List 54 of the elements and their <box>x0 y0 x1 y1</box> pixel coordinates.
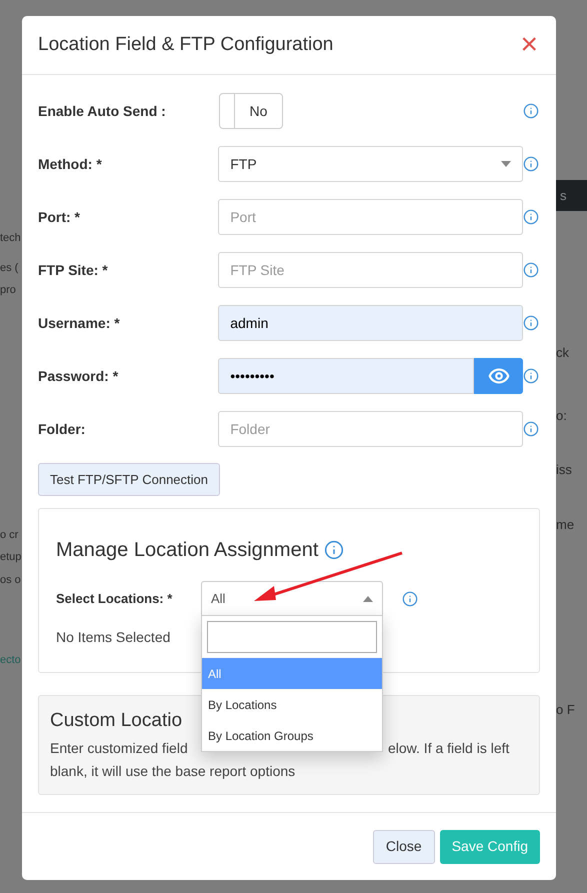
close-button[interactable]: × <box>520 30 538 60</box>
info-icon[interactable] <box>402 590 418 606</box>
background-text: o F <box>556 701 576 719</box>
background-text: o cr <box>0 528 20 543</box>
background-text: es ( <box>0 261 20 276</box>
description-text: blank, it will use the base report options <box>50 762 296 781</box>
modal-title: Location Field & FTP Configuration <box>38 32 334 57</box>
search-field[interactable] <box>207 621 377 653</box>
field-label: Folder: <box>38 420 86 438</box>
background-text: tech <box>0 231 22 246</box>
background-text: ck <box>556 344 570 362</box>
background-text: s <box>560 186 566 205</box>
input-field[interactable]: FTP Site <box>218 252 523 288</box>
info-icon[interactable] <box>523 421 539 437</box>
method-select[interactable]: FTP <box>218 146 523 182</box>
close-button[interactable]: Close <box>372 830 435 864</box>
description-text: elow. If a field is left <box>388 738 510 758</box>
info-icon[interactable] <box>523 368 539 384</box>
info-icon[interactable] <box>523 315 539 331</box>
section-heading: Manage Location Assignment <box>56 538 318 563</box>
info-icon[interactable] <box>523 156 539 172</box>
input-field[interactable]: Port <box>218 199 523 235</box>
field-label: Password: * <box>38 366 120 386</box>
info-icon[interactable] <box>324 540 344 560</box>
field-label: Enable Auto Send : <box>38 102 167 120</box>
background-text: iss <box>556 461 573 479</box>
field-label: FTP Site: * <box>38 260 109 280</box>
info-icon[interactable] <box>523 262 539 278</box>
empty-selection-text: No Items Selected <box>56 628 172 647</box>
field-label: Select Locations: * <box>56 590 174 608</box>
toggle-switch[interactable]: No <box>219 93 283 129</box>
input-field[interactable]: admin <box>218 305 523 341</box>
background-text: os o <box>0 573 22 588</box>
password-field[interactable]: ••••••••• <box>218 358 474 394</box>
caret-icon <box>363 596 373 602</box>
background-text: etup <box>0 550 22 565</box>
background-text: me <box>556 516 576 534</box>
dropdown-option[interactable]: By Locations <box>202 689 382 720</box>
locations-select[interactable]: All <box>201 581 383 616</box>
show-password-button[interactable] <box>474 358 523 394</box>
background-text: o: <box>556 407 568 425</box>
info-icon[interactable] <box>523 103 539 119</box>
caret-icon <box>501 161 511 167</box>
field-label: Port: * <box>38 208 81 226</box>
input-field[interactable]: Folder <box>218 411 523 447</box>
field-label: Method: * <box>38 154 103 174</box>
section-heading: Custom Locatio <box>50 710 182 731</box>
dropdown-option[interactable]: By Location Groups <box>202 720 382 751</box>
field-label: Username: * <box>38 314 121 332</box>
background-text: ecto <box>0 653 22 668</box>
description-text: Enter customized field <box>50 738 189 758</box>
test-connection-button[interactable]: Test FTP/SFTP Connection <box>38 463 220 496</box>
info-icon[interactable] <box>523 209 539 225</box>
background-text: pro <box>0 283 17 298</box>
